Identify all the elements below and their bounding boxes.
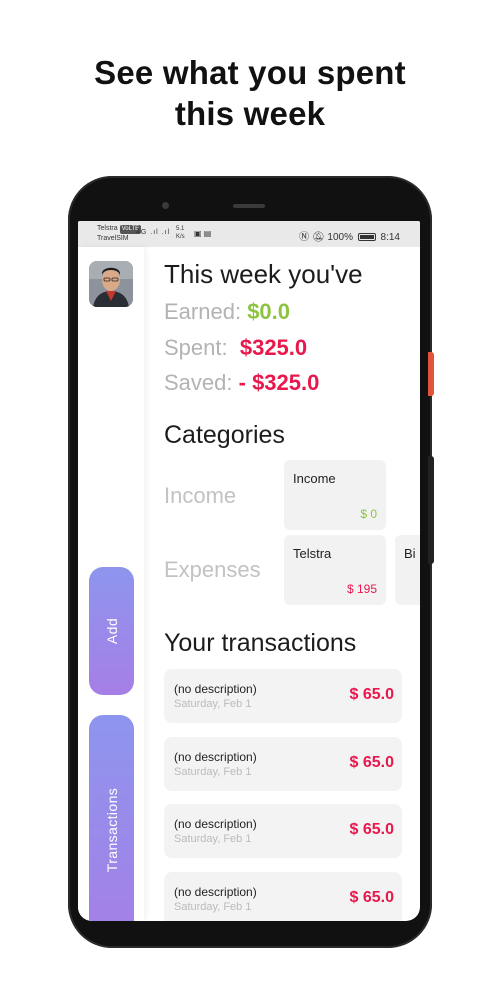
- earned-stat: Earned: $0.0: [164, 299, 290, 325]
- transaction-amount: $ 65.0: [349, 821, 394, 838]
- transaction-row[interactable]: (no description) Saturday, Feb 1 $ 65.0: [164, 872, 402, 921]
- battery-percent: 100%: [327, 232, 353, 243]
- saved-label: Saved:: [164, 370, 233, 395]
- side-rail: Add Transactions: [78, 247, 144, 921]
- summary-title: This week you've: [164, 259, 363, 289]
- notification-icons: ▣ ▤: [194, 229, 212, 238]
- transactions-button-label: Transactions: [103, 787, 120, 873]
- category-card-telstra[interactable]: Telstra $ 195: [284, 535, 386, 605]
- transaction-description: (no description): [174, 885, 257, 899]
- transaction-amount: $ 65.0: [349, 686, 394, 703]
- transactions-button[interactable]: Transactions: [89, 715, 134, 921]
- battery-icon: [357, 233, 376, 241]
- spent-label: Spent:: [164, 335, 228, 360]
- saved-value: - $325.0: [238, 370, 320, 395]
- phone-screen: Telstra VoLTE TravelSIM 4G .ıl .ıl 5.1 K…: [78, 221, 420, 921]
- category-name: Income: [293, 471, 336, 486]
- phone-volume-button: [428, 456, 434, 564]
- transaction-amount: $ 65.0: [349, 754, 394, 771]
- main-content: This week you've Earned: $0.0 Spent: $32…: [164, 247, 420, 921]
- carrier-name: Telstra: [97, 225, 118, 232]
- add-button[interactable]: Add: [89, 567, 134, 695]
- status-right: Ⓝ 🔕︎ 100% 8:14: [299, 228, 400, 243]
- transaction-date: Saturday, Feb 1: [174, 833, 252, 845]
- earpiece-speaker: [233, 204, 265, 208]
- transaction-date: Saturday, Feb 1: [174, 698, 252, 710]
- speed-value: 5.1: [176, 226, 185, 232]
- transaction-row[interactable]: (no description) Saturday, Feb 1 $ 65.0: [164, 804, 402, 858]
- category-amount: $ 195: [346, 582, 377, 596]
- spent-value: $325.0: [239, 335, 308, 360]
- phone-power-button: [428, 352, 434, 396]
- earned-value: $0.0: [247, 299, 291, 324]
- categories-title: Categories: [164, 421, 285, 449]
- category-amount: $ 0: [360, 507, 377, 521]
- expenses-row-label: Expenses: [164, 557, 261, 582]
- front-camera: [162, 202, 169, 209]
- transaction-amount: $ 65.0: [349, 889, 394, 906]
- spent-stat: Spent: $325.0: [164, 335, 307, 361]
- transaction-row[interactable]: (no description) Saturday, Feb 1 $ 65.0: [164, 737, 402, 791]
- transactions-title: Your transactions: [164, 629, 357, 657]
- carrier-info: Telstra VoLTE TravelSIM: [97, 224, 142, 243]
- transaction-description: (no description): [174, 817, 257, 831]
- transaction-date: Saturday, Feb 1: [174, 766, 252, 778]
- transaction-description: (no description): [174, 682, 257, 696]
- earned-label: Earned:: [164, 299, 242, 324]
- signal-icon: 4G .ıl .ıl: [136, 229, 171, 236]
- category-card-income[interactable]: Income $ 0: [284, 460, 386, 530]
- avatar[interactable]: [89, 261, 133, 307]
- category-name: Bi: [404, 546, 416, 561]
- mute-icon: 🔕︎: [311, 232, 325, 243]
- transaction-description: (no description): [174, 750, 257, 764]
- avatar-photo: [89, 261, 133, 307]
- saved-stat: Saved: - $325.0: [164, 370, 319, 396]
- category-card-bills[interactable]: Bi: [395, 535, 420, 605]
- add-button-label: Add: [103, 617, 120, 645]
- category-name: Telstra: [293, 546, 332, 561]
- transaction-row[interactable]: (no description) Saturday, Feb 1 $ 65.0: [164, 669, 402, 723]
- headline: See what you spent this week: [0, 52, 500, 134]
- network-speed: 5.1 K/s: [176, 225, 185, 241]
- income-row-label: Income: [164, 483, 237, 508]
- clock: 8:14: [380, 232, 400, 243]
- speed-unit: K/s: [176, 234, 185, 240]
- status-bar: Telstra VoLTE TravelSIM 4G .ıl .ıl 5.1 K…: [78, 221, 420, 247]
- carrier-sub: TravelSIM: [97, 235, 129, 242]
- headline-line-2: this week: [174, 95, 326, 132]
- nfc-icon: Ⓝ: [299, 232, 310, 243]
- transaction-date: Saturday, Feb 1: [174, 901, 252, 913]
- headline-line-1: See what you spent: [94, 54, 406, 91]
